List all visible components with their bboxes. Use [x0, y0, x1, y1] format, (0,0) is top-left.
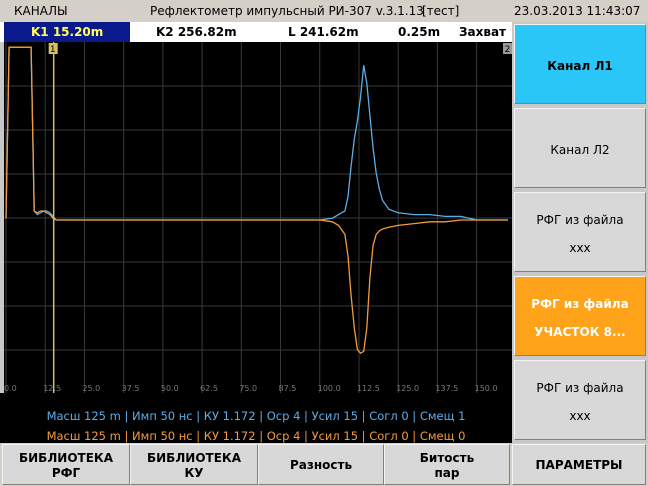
x-tick-label: 37.5	[122, 384, 140, 393]
channel-sidebar: Канал Л1 Канал Л2 РФГ из файла ххх РФГ и…	[512, 22, 648, 443]
length-readout: L 241.62m	[288, 25, 359, 39]
x-tick-label: 62.5	[200, 384, 218, 393]
x-tick-label: 137.5	[435, 384, 458, 393]
difference-label: Разность	[289, 458, 353, 472]
reflectogram-chart[interactable]: 0.0 12.5 25.0 37.5 50.0 62.5 75.0 87.5 100.0 112.…	[4, 42, 512, 393]
mode-label: КАНАЛЫ	[14, 4, 68, 18]
channel-l2-button[interactable]: Канал Л2	[514, 108, 646, 188]
x-tick-label: 75.0	[239, 384, 257, 393]
rfg-file-2-label: РФГ из файла	[531, 297, 629, 311]
test-label: [тест]	[422, 4, 460, 18]
x-tick-label: 0.0	[4, 384, 17, 393]
rfg-file-button-3[interactable]: РФГ из файла ххх	[514, 360, 646, 440]
split-pairs-button[interactable]: Битость пар	[384, 444, 510, 485]
x-tick-label: 25.0	[82, 384, 100, 393]
cursor-1-label: 1	[50, 45, 56, 55]
x-tick-label: 100.0	[318, 384, 341, 393]
split-pairs-label-2: пар	[434, 466, 460, 480]
rfg-file-1-name: ххх	[569, 241, 591, 255]
k2-readout: K2 256.82m	[156, 25, 237, 39]
ku-library-label-2: КУ	[184, 466, 204, 480]
difference-button[interactable]: Разность	[258, 444, 384, 485]
datetime: 23.03.2013 11:43:07	[514, 4, 641, 18]
trace-info-panel: Масш 125 m | Имп 50 нс | КУ 1.172 | Оср …	[0, 393, 512, 443]
trace-2	[5, 46, 508, 355]
rfg-file-1-label: РФГ из файла	[536, 213, 624, 227]
channel-l1-button[interactable]: Канал Л1	[514, 24, 646, 104]
ku-library-label-1: БИБЛИОТЕКА	[146, 451, 242, 465]
parameters-label: ПАРАМЕТРЫ	[535, 458, 623, 472]
bottom-toolbar: БИБЛИОТЕКА РФГ БИБЛИОТЕКА КУ Разность Би…	[0, 443, 648, 486]
x-tick-label: 87.5	[279, 384, 297, 393]
cursor-2-label: 2	[505, 45, 511, 55]
rfg-library-label-1: БИБЛИОТЕКА	[18, 451, 114, 465]
title-bar: КАНАЛЫ Рефлектометр импульсный РИ-307 v.…	[0, 0, 648, 23]
split-pairs-label-1: Битость	[419, 451, 475, 465]
rfg-library-button[interactable]: БИБЛИОТЕКА РФГ	[2, 444, 130, 485]
channel-l2-label: Канал Л2	[550, 143, 610, 157]
capture-button[interactable]: Захват	[459, 25, 506, 39]
x-tick-label: 150.0	[475, 384, 498, 393]
x-tick-label: 50.0	[161, 384, 179, 393]
reflectogram-plot[interactable]: 0.0 12.5 25.0 37.5 50.0 62.5 75.0 87.5 100.0 112.…	[4, 42, 512, 393]
channel-l1-label: Канал Л1	[547, 59, 613, 73]
rfg-file-3-label: РФГ из файла	[536, 381, 624, 395]
trace-info-line-2: Масш 125 m | Имп 50 нс | КУ 1.172 | Оср …	[46, 429, 466, 443]
k1-readout-box[interactable]: K1 15.20m	[4, 22, 130, 42]
x-tick-label: 112.5	[357, 384, 380, 393]
x-tick-label: 12.5	[43, 384, 61, 393]
step-readout[interactable]: 0.25m	[398, 25, 440, 39]
ku-library-button[interactable]: БИБЛИОТЕКА КУ	[130, 444, 258, 485]
k1-readout: K1 15.20m	[31, 25, 104, 39]
rfg-file-button-1[interactable]: РФГ из файла ххх	[514, 192, 646, 272]
rfg-file-button-2[interactable]: РФГ из файла УЧАСТОК 8...	[514, 276, 646, 356]
parameters-button[interactable]: ПАРАМЕТРЫ	[512, 444, 646, 485]
app-title: Рефлектометр импульсный РИ-307 v.3.1.13	[150, 4, 424, 18]
rfg-file-3-name: ххх	[569, 409, 591, 423]
rfg-library-label-2: РФГ	[51, 466, 81, 480]
rfg-file-2-name: УЧАСТОК 8...	[534, 325, 626, 339]
trace-info-line-1: Масш 125 m | Имп 50 нс | КУ 1.172 | Оср …	[46, 409, 466, 423]
trace-1	[5, 46, 508, 221]
x-tick-label: 125.0	[396, 384, 419, 393]
